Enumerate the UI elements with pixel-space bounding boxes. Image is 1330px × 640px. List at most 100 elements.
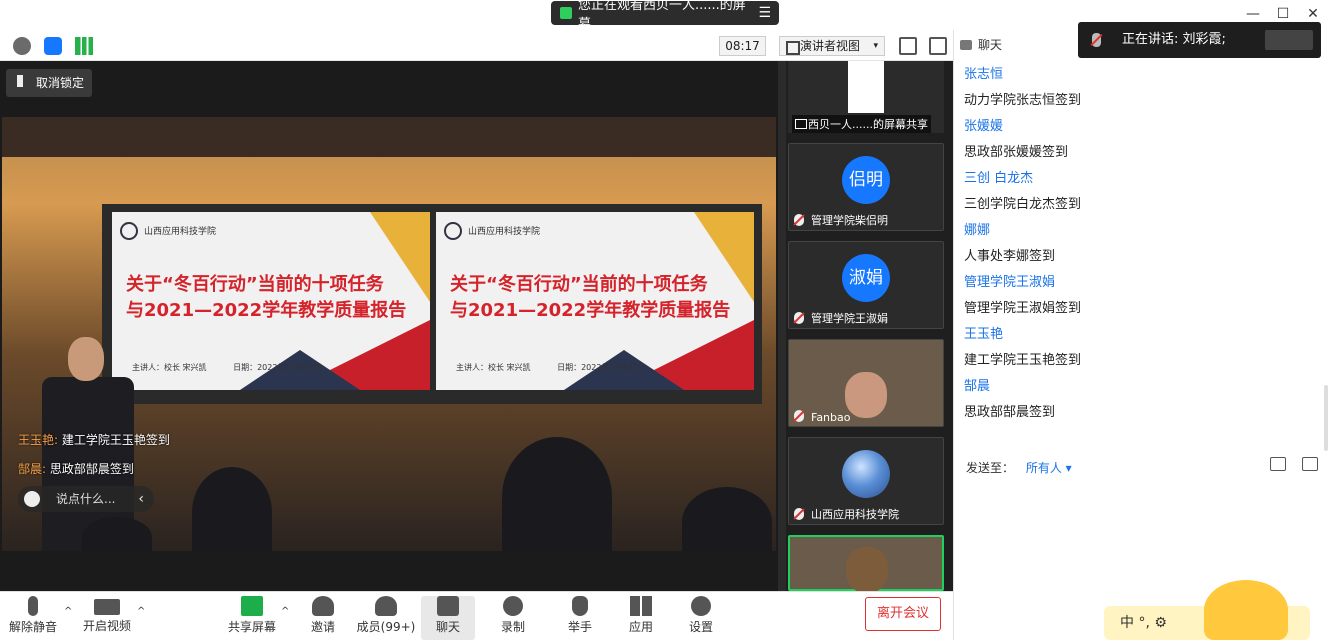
- slide-meta: 主讲人：校长 宋兴凯 日期：2022年11月22日: [132, 362, 322, 373]
- start-video-button[interactable]: 开启视频: [80, 596, 134, 640]
- main-video-area: 山西应用科技学院 关于“冬百行动”当前的十项任务 与2021—2022学年教学质…: [0, 61, 778, 591]
- members-icon: [375, 596, 397, 616]
- chat-overlay-message: 郜晨: 思政部郜晨签到: [18, 460, 134, 477]
- members-button[interactable]: 成员(99+): [356, 596, 416, 640]
- participant-video: [846, 547, 888, 591]
- menu-icon[interactable]: ☰: [758, 5, 771, 21]
- maximize-button[interactable]: ☐: [1274, 6, 1292, 22]
- screen-share-tile[interactable]: 西贝一人......的屏幕共享: [788, 61, 944, 133]
- avatar: 侣明: [842, 156, 890, 204]
- participant-name: 管理学院柴侣明: [811, 214, 888, 227]
- chat-sender[interactable]: 郜晨: [964, 376, 1324, 402]
- chat-sender[interactable]: 王玉艳: [964, 324, 1324, 350]
- chat-text: 思政部郜晨签到: [964, 405, 1056, 420]
- overlay-text: 建工学院王玉艳签到: [61, 433, 170, 447]
- folder-icon[interactable]: [1270, 457, 1286, 471]
- slide-title-line: 与2021—2022学年教学质量报告: [126, 300, 407, 321]
- mic-muted-icon: [28, 596, 38, 616]
- chat-scrollbar[interactable]: [1324, 385, 1328, 451]
- chat-button[interactable]: 聊天: [421, 596, 475, 640]
- unmute-button[interactable]: 解除静音: [6, 596, 60, 640]
- participant-tile[interactable]: 侣明 管理学院柴侣明: [788, 143, 944, 231]
- video-options-caret[interactable]: ^: [137, 606, 145, 617]
- slide-presenter: 主讲人：校长 宋兴凯: [132, 363, 207, 372]
- layout-toggle-icon[interactable]: [929, 37, 947, 55]
- collapse-icon[interactable]: ‹: [138, 486, 144, 512]
- meeting-controls: 解除静音 ^ 开启视频 ^ 共享屏幕 ^ 邀请 成员(99+) 聊天 录制 举手…: [0, 591, 953, 640]
- slide-title-line: 关于“冬百行动”当前的十项任务: [450, 274, 708, 295]
- avatar: 淑娟: [842, 254, 890, 302]
- save-chat-icon[interactable]: [1302, 457, 1318, 471]
- chat-label: 聊天: [435, 620, 460, 634]
- speaking-text: 正在讲话: 刘彩霞;: [1122, 32, 1226, 47]
- panel-splitter[interactable]: [778, 61, 786, 591]
- raise-hand-button[interactable]: 举手: [553, 596, 607, 640]
- settings-button[interactable]: 设置: [674, 596, 728, 640]
- close-button[interactable]: ✕: [1304, 6, 1322, 22]
- participant-list: 西贝一人......的屏幕共享 侣明 管理学院柴侣明 淑娟 管理学院王淑娟 Fa…: [786, 61, 953, 591]
- view-mode-dropdown[interactable]: 演讲者视图 ▾: [779, 36, 885, 56]
- participant-name: Fanbao: [811, 411, 851, 424]
- chat-icon: [960, 40, 972, 50]
- slide-left: 山西应用科技学院 关于“冬百行动”当前的十项任务 与2021—2022学年教学质…: [112, 212, 430, 390]
- record-button[interactable]: 录制: [486, 596, 540, 640]
- participant-tile[interactable]: 淑娟 管理学院王淑娟: [788, 241, 944, 329]
- chat-text: 建工学院王玉艳签到: [964, 353, 1082, 368]
- apps-icon: [630, 596, 652, 616]
- chat-text: 思政部张媛媛签到: [964, 145, 1069, 160]
- send-to-dropdown[interactable]: 所有人 ▾: [1026, 461, 1072, 475]
- apps-button[interactable]: 应用: [614, 596, 668, 640]
- share-screen-icon: [241, 596, 263, 616]
- minimize-button[interactable]: —: [1244, 6, 1262, 22]
- chat-text: 人事处李娜签到: [964, 249, 1056, 264]
- info-icon[interactable]: [13, 37, 31, 55]
- chat-message-list: 张志恒 动力学院张志恒签到 张媛媛 思政部张媛媛签到 三创 白龙杰 三创学院白龙…: [964, 64, 1324, 428]
- share-screen-button[interactable]: 共享屏幕: [225, 596, 279, 640]
- school-logo-icon: [120, 222, 138, 240]
- chat-sender[interactable]: 管理学院王淑娟: [964, 272, 1324, 298]
- unpin-label: 取消锁定: [36, 76, 85, 90]
- slide-right: 山西应用科技学院 关于“冬百行动”当前的十项任务 与2021—2022学年教学质…: [436, 212, 754, 390]
- chat-panel: 聊天 张志恒 动力学院张志恒签到 张媛媛 思政部张媛媛签到 三创 白龙杰 三创学…: [953, 30, 1330, 640]
- audience-member: [82, 517, 152, 551]
- slide-title-line: 关于“冬百行动”当前的十项任务: [126, 274, 384, 295]
- participant-video: [845, 372, 887, 418]
- signal-icon[interactable]: [75, 37, 93, 55]
- invite-button[interactable]: 邀请: [296, 596, 350, 640]
- quick-chat-input[interactable]: 说点什么... ‹: [18, 486, 154, 512]
- view-mode-label: 演讲者视图: [800, 39, 861, 53]
- screen-share-banner[interactable]: 您正在观看西贝一人......的屏幕 ☰: [551, 0, 779, 32]
- ime-status: 中 °, ⚙: [1120, 615, 1167, 631]
- gear-icon: [691, 596, 711, 616]
- quick-chat-placeholder: 说点什么...: [56, 492, 116, 506]
- pin-icon: [17, 75, 23, 87]
- fullscreen-icon[interactable]: [899, 37, 917, 55]
- participant-tile[interactable]: 山西应用科技学院: [788, 437, 944, 525]
- chevron-down-icon: ▾: [873, 41, 878, 51]
- school-logo-icon: [444, 222, 462, 240]
- chat-sender[interactable]: 张志恒: [964, 64, 1324, 90]
- share-options-caret[interactable]: ^: [281, 606, 289, 617]
- participant-tile-active[interactable]: [788, 535, 944, 591]
- unpin-button[interactable]: 取消锁定: [6, 69, 92, 97]
- share-banner-text: 您正在观看西贝一人......的屏幕: [577, 0, 746, 32]
- chat-sender[interactable]: 娜娜: [964, 220, 1324, 246]
- app-logo: [1265, 30, 1313, 50]
- avatar: [842, 450, 890, 498]
- video-off-icon: [94, 599, 120, 615]
- participant-name: 山西应用科技学院: [811, 508, 899, 521]
- shield-icon[interactable]: [44, 37, 62, 55]
- slide-school: 山西应用科技学院: [468, 227, 541, 237]
- apps-label: 应用: [628, 620, 653, 634]
- participant-tile[interactable]: Fanbao: [788, 339, 944, 427]
- audio-options-caret[interactable]: ^: [64, 606, 72, 617]
- slide-meta: 主讲人：校长 宋兴凯 日期：2022年11月22日: [456, 362, 646, 373]
- ime-toolbar[interactable]: 中 °, ⚙: [1104, 580, 1310, 640]
- audience-member: [192, 467, 272, 551]
- chat-sender[interactable]: 三创 白龙杰: [964, 168, 1324, 194]
- leave-meeting-button[interactable]: 离开会议: [865, 597, 941, 631]
- chat-sender[interactable]: 张媛媛: [964, 116, 1324, 142]
- emoji-icon[interactable]: [24, 491, 40, 507]
- participant-name: 管理学院王淑娟: [811, 312, 888, 325]
- chat-text: 管理学院王淑娟签到: [964, 301, 1082, 316]
